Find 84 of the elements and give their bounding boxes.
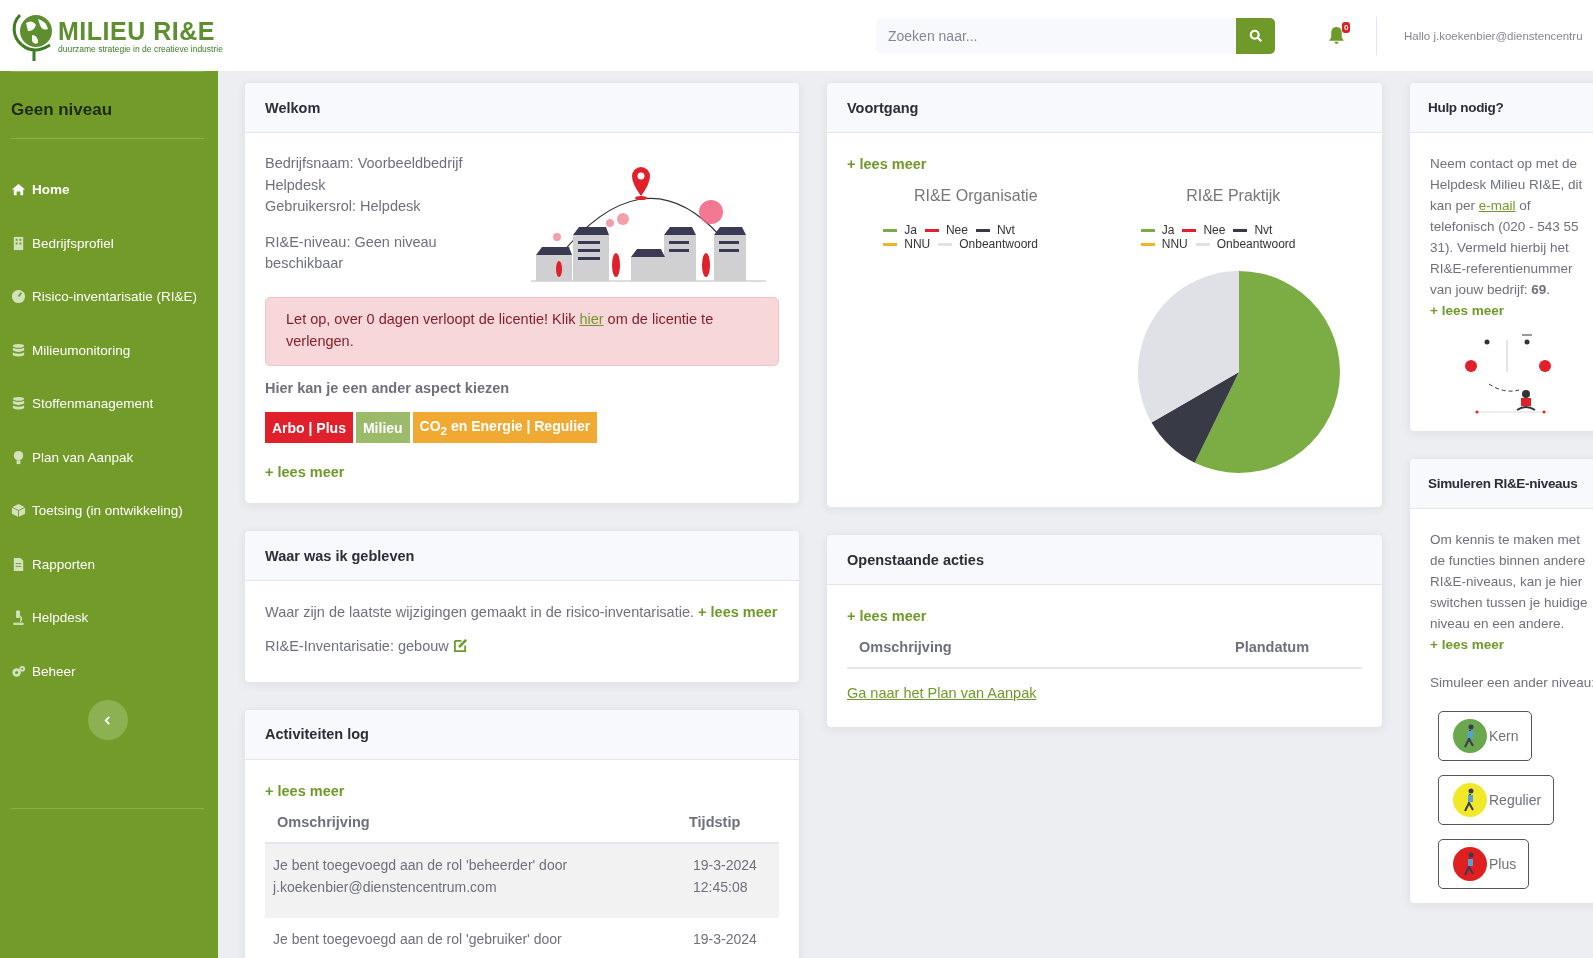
sidebar-item[interactable]: Risico-inventarisatie (RI&E) bbox=[11, 270, 204, 324]
notification-badge: 0 bbox=[1342, 22, 1351, 33]
recent-text: Waar zijn de laatste wijzigingen gemaakt in de risico-inventarisatie. + lees meer bbox=[265, 603, 779, 622]
help-text: Neem contact op met de Helpdesk Milieu RI&E, dit kan per e-mail of telefonisch (020 - 543 55 31). Vermeld hierbij het RI&E-referentienummer van jouw bedrijf: 69. bbox=[1430, 155, 1584, 299]
card-title: Voortgang bbox=[847, 99, 919, 116]
read-more-link[interactable]: + lees meer bbox=[1430, 637, 1504, 652]
file-icon bbox=[11, 556, 26, 572]
chart-title: RI&E Organisatie bbox=[913, 187, 1038, 205]
legend-item: Nvt bbox=[975, 223, 1015, 237]
logo-tagline: duurzame strategie in de creatieve industrie bbox=[58, 43, 223, 54]
legend-item: Nee bbox=[924, 223, 968, 237]
search-icon bbox=[1248, 28, 1263, 43]
chart-title: RI&E Praktijk bbox=[1186, 187, 1281, 205]
legend-item: Onbeantwoord bbox=[1195, 237, 1296, 251]
renew-link[interactable]: hier bbox=[579, 311, 604, 327]
bulb-icon bbox=[11, 449, 26, 465]
aspect-heading: Hier kan je een ander aspect kiezen bbox=[265, 380, 511, 396]
level-heading: Geen niveau bbox=[11, 71, 204, 139]
sidebar-item[interactable]: Plan van Aanpak bbox=[11, 430, 204, 484]
card-title: Waar was ik gebleven bbox=[265, 547, 415, 564]
legend-item: Onbeantwoord bbox=[938, 237, 1038, 251]
search-field[interactable]: Zoeken naar... bbox=[876, 17, 1236, 54]
chevron-left-icon bbox=[103, 715, 112, 725]
card-title: Activiteiten log bbox=[265, 726, 369, 742]
aspect-button[interactable]: CO$_{2}$ en Energie | Regulier bbox=[412, 412, 598, 443]
sidebar-item[interactable]: Bedrijfsprofiel bbox=[11, 216, 204, 270]
legend-item: NNU bbox=[1140, 237, 1188, 251]
table-cell-text: Je bent toegevoegd aan de rol 'gebruiker' door bbox=[273, 929, 563, 949]
building-icon bbox=[11, 235, 26, 251]
column-header: Omschrijving bbox=[859, 639, 953, 655]
license-alert: Let op, over 0 dagen verloopt de licentie! Klik hier om de licentie te verlengen. bbox=[265, 297, 779, 366]
simulate-text: Om kennis te maken met de functies binnen andere RI&E-niveaus, kan je hier switchen tussen je huidige niveau en een andere. + lees meer bbox=[1430, 531, 1589, 654]
sidebar-item[interactable]: Stoffenmanagement bbox=[11, 377, 204, 431]
sidebar-item[interactable]: Rapporten bbox=[11, 537, 204, 591]
aspect-button[interactable]: Arbo | Plus bbox=[265, 412, 353, 443]
sidebar-item[interactable]: Home bbox=[11, 163, 204, 217]
level-button[interactable]: Kern bbox=[1438, 711, 1532, 761]
user-greeting[interactable]: Hallo j.koekenbier@dienstencentru bbox=[1404, 29, 1583, 42]
company-info-text: Gebruikersrol: Helpdesk bbox=[265, 197, 422, 216]
legend-item: NNU bbox=[883, 237, 931, 251]
sidebar-item[interactable]: Milieumonitoring bbox=[11, 323, 204, 377]
logo-title: MILIEU RI&E bbox=[58, 17, 216, 44]
microscope-icon bbox=[11, 610, 26, 626]
gears-icon bbox=[11, 663, 26, 679]
simulate-prompt: Simuleer een ander niveau: bbox=[1430, 674, 1593, 692]
read-more-link[interactable]: + lees meer bbox=[847, 153, 1362, 175]
sidebar-item[interactable]: Helpdesk bbox=[11, 591, 204, 645]
plan-link[interactable]: Ga naar het Plan van Aanpak bbox=[847, 685, 1362, 707]
legend-item: Nvt bbox=[1233, 223, 1273, 237]
read-more-link[interactable]: + lees meer bbox=[1430, 300, 1593, 322]
column-header: Tijdstip bbox=[689, 813, 742, 830]
level-button[interactable]: Plus bbox=[1438, 839, 1530, 889]
level-button[interactable]: Regulier bbox=[1438, 775, 1555, 825]
database-icon bbox=[11, 342, 26, 358]
cube-icon bbox=[11, 503, 26, 519]
table-cell-text: 19-3-2024 12:45:08 bbox=[693, 855, 758, 897]
legend-item: Nee bbox=[1182, 223, 1226, 237]
bell-icon[interactable] bbox=[1328, 26, 1345, 45]
legend-item: Ja bbox=[883, 223, 917, 237]
sidebar-item[interactable]: Beheer bbox=[11, 644, 204, 698]
sidebar-item[interactable]: Toetsing (in ontwikkeling) bbox=[11, 484, 204, 538]
read-more-link[interactable]: + lees meer bbox=[265, 461, 779, 483]
card-title: Simuleren RI&E-niveaus bbox=[1428, 476, 1578, 491]
legend-item: Ja bbox=[1140, 223, 1175, 237]
read-more-link[interactable]: + lees meer bbox=[265, 779, 779, 802]
level-text: RI&E-niveau: Geen niveau beschikbaar bbox=[265, 232, 438, 273]
inventory-item: RI&E-Inventarisatie: gebouw bbox=[265, 637, 449, 654]
table-cell-text: Je bent toegevoegd aan de rol 'beheerder' door j.koekenbier@dienstencentrum.com bbox=[273, 855, 569, 897]
aspect-button[interactable]: Milieu bbox=[355, 412, 410, 443]
column-header: Omschrijving bbox=[277, 813, 371, 830]
home-icon bbox=[11, 182, 26, 198]
card-title: Welkom bbox=[265, 99, 321, 116]
card-title: Hulp nodig? bbox=[1428, 100, 1504, 115]
card-title: Openstaande acties bbox=[847, 551, 984, 568]
read-more-link[interactable]: + lees meer bbox=[698, 604, 778, 620]
search-button[interactable] bbox=[1236, 17, 1275, 54]
read-more-link[interactable]: + lees meer bbox=[847, 605, 1362, 627]
database-icon bbox=[11, 396, 26, 412]
company-info-text: Bedrijfsnaam: Voorbeeldbedrijf Helpdesk bbox=[265, 154, 464, 195]
gauge-icon bbox=[11, 289, 26, 305]
column-header: Plandatum bbox=[1235, 639, 1311, 655]
email-link[interactable]: e-mail bbox=[1478, 198, 1516, 213]
table-cell-text: 19-3-2024 bbox=[693, 929, 758, 949]
edit-icon[interactable] bbox=[452, 638, 468, 653]
